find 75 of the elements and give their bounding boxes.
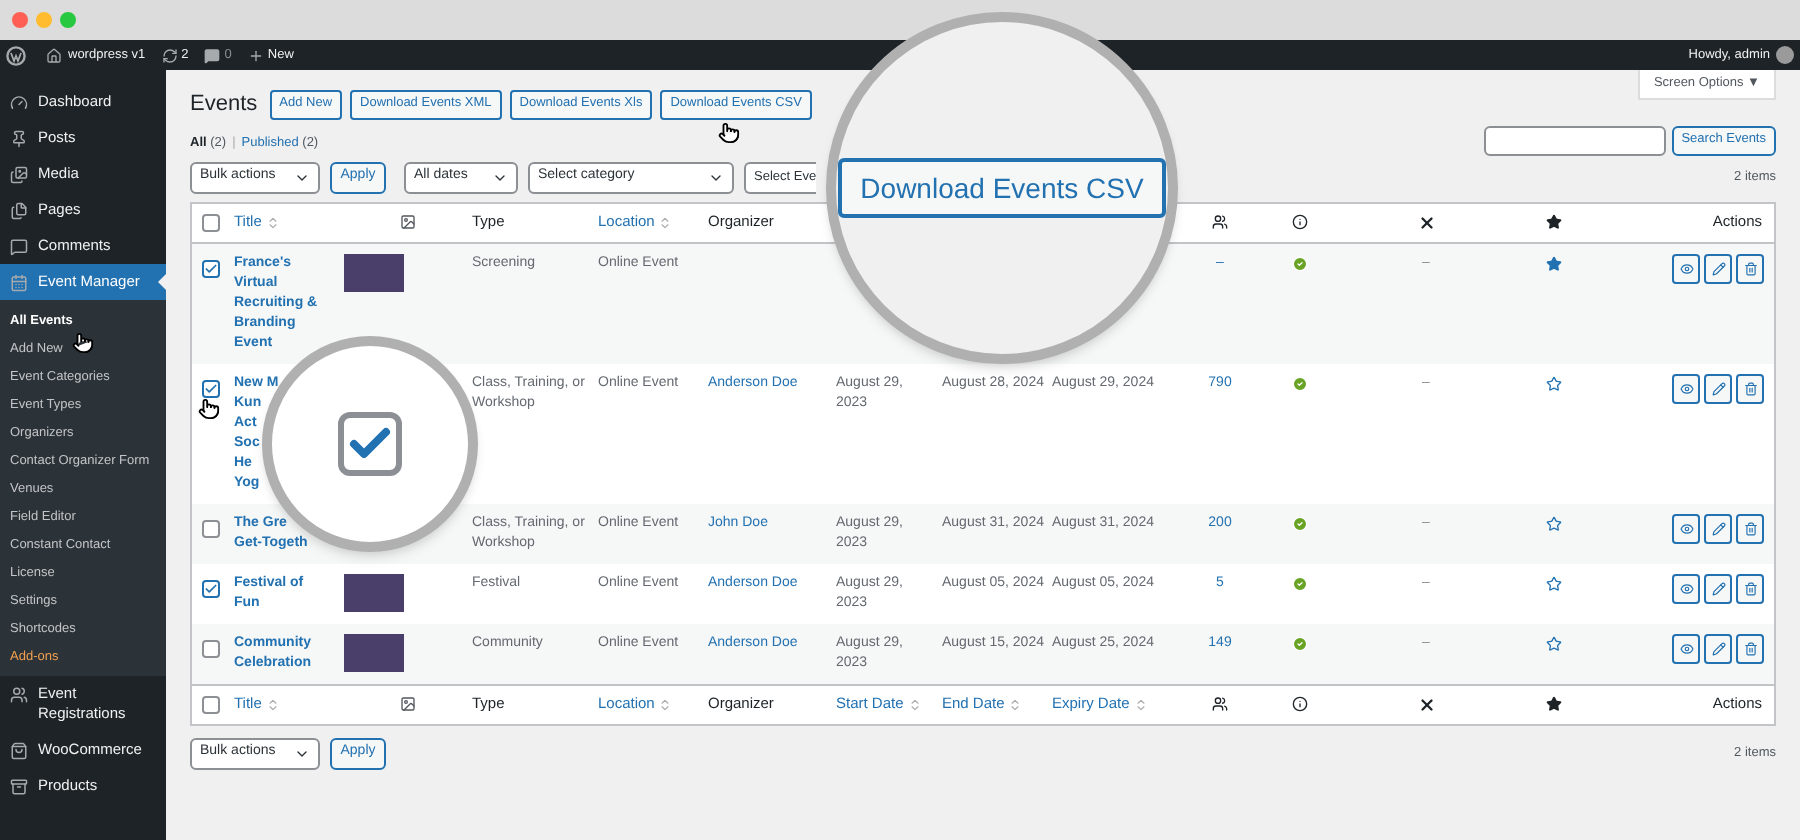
menu-icon	[10, 94, 28, 112]
row-checkbox[interactable]	[202, 639, 220, 657]
trash-icon	[1743, 261, 1757, 275]
image-icon	[400, 214, 416, 230]
view-button[interactable]	[1672, 633, 1700, 663]
delete-button[interactable]	[1736, 513, 1764, 543]
search-field[interactable]	[1483, 125, 1666, 155]
featured-star-icon[interactable]	[1545, 575, 1561, 591]
pencil-icon	[1711, 381, 1725, 395]
featured-star-icon[interactable]	[1545, 635, 1561, 651]
current-menu-arrow-icon	[158, 274, 166, 290]
menu-icon	[10, 742, 28, 760]
view-button[interactable]	[1672, 373, 1700, 403]
eye-icon	[1679, 641, 1693, 655]
edit-button[interactable]	[1704, 253, 1732, 283]
info-icon	[1292, 696, 1308, 712]
star-icon	[1545, 696, 1561, 712]
menu-icon	[10, 202, 28, 220]
select-all-checkbox[interactable]	[202, 695, 220, 713]
view-button[interactable]	[1672, 513, 1700, 543]
eye-icon	[1679, 521, 1693, 535]
trash-icon	[1743, 581, 1757, 595]
hand-cursor-icon	[198, 398, 220, 420]
magnified-checkbox[interactable]	[338, 412, 402, 476]
trash-icon	[1743, 521, 1757, 535]
updates-icon	[161, 47, 178, 63]
trash-icon	[1743, 641, 1757, 655]
featured-star-icon[interactable]	[1545, 375, 1561, 391]
star-icon	[1545, 214, 1561, 230]
pencil-icon	[1711, 581, 1725, 595]
row-checkbox[interactable]	[202, 519, 220, 537]
people-icon	[1212, 214, 1228, 230]
plus-icon	[247, 47, 264, 63]
menu-icon	[10, 274, 28, 292]
x-icon	[1417, 213, 1435, 231]
wordpress-logo-icon[interactable]	[6, 45, 26, 65]
menu-icon	[10, 166, 28, 184]
edit-button[interactable]	[1704, 573, 1732, 603]
featured-star-icon[interactable]	[1545, 515, 1561, 531]
delete-button[interactable]	[1736, 573, 1764, 603]
avatar-icon[interactable]	[1776, 46, 1794, 64]
row-checkbox[interactable]	[202, 259, 220, 277]
featured-star-icon[interactable]	[1545, 255, 1561, 271]
x-icon	[1417, 695, 1435, 713]
menu-icon	[10, 130, 28, 148]
edit-button[interactable]	[1704, 633, 1732, 663]
image-icon	[400, 696, 416, 712]
hand-cursor-icon	[718, 122, 740, 144]
eye-icon	[1679, 381, 1693, 395]
page-title: Events	[190, 90, 258, 120]
row-checkbox[interactable]	[202, 579, 220, 597]
pencil-icon	[1711, 261, 1725, 275]
info-icon	[1292, 214, 1308, 230]
home-icon	[46, 47, 62, 63]
menu-icon	[10, 238, 28, 256]
view-button[interactable]	[1672, 573, 1700, 603]
row-checkbox[interactable]	[202, 379, 220, 397]
eye-icon	[1679, 581, 1693, 595]
edit-button[interactable]	[1704, 373, 1732, 403]
delete-button[interactable]	[1736, 633, 1764, 663]
delete-button[interactable]	[1736, 253, 1764, 283]
menu-icon	[10, 778, 28, 796]
download-csv-button-magnified[interactable]: Download Events CSV	[838, 158, 1166, 218]
pencil-icon	[1711, 641, 1725, 655]
trash-icon	[1743, 381, 1757, 395]
eye-icon	[1679, 261, 1693, 275]
pencil-icon	[1711, 521, 1725, 535]
comments-icon	[204, 47, 221, 63]
view-button[interactable]	[1672, 253, 1700, 283]
people-icon	[1212, 696, 1228, 712]
select-all-checkbox[interactable]	[202, 213, 220, 231]
hand-cursor-icon	[72, 332, 94, 354]
menu-icon	[10, 686, 28, 704]
edit-button[interactable]	[1704, 513, 1732, 543]
delete-button[interactable]	[1736, 373, 1764, 403]
